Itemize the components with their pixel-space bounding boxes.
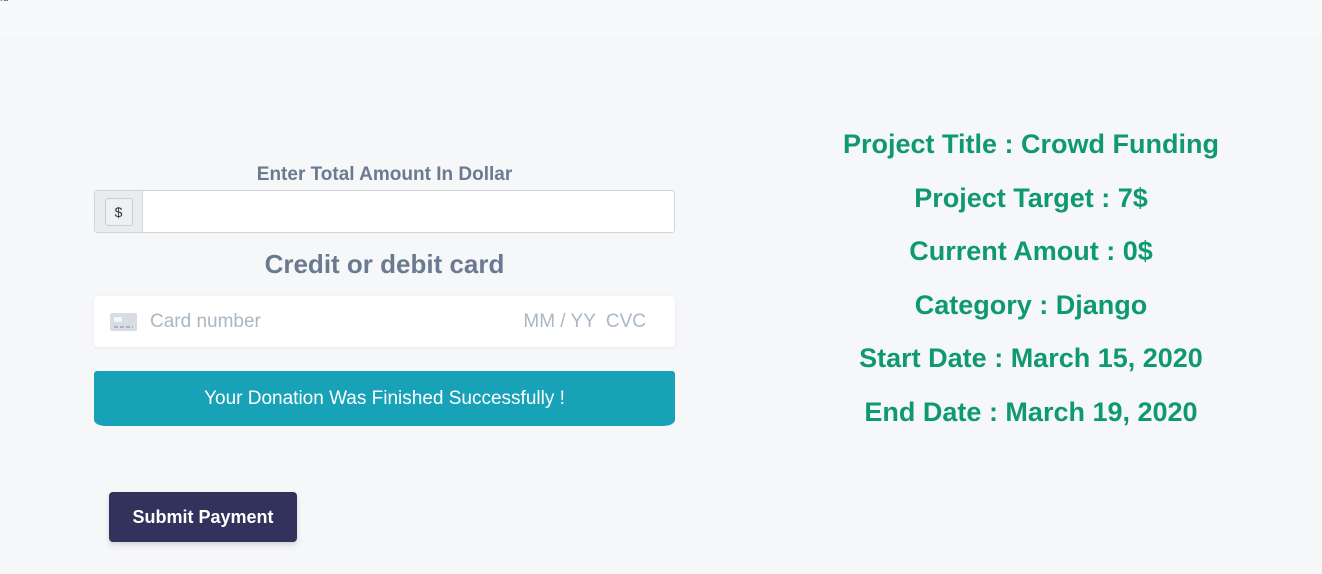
credit-card-icon	[110, 312, 137, 331]
start-date: Start Date : March 15, 2020	[859, 343, 1203, 373]
success-message: Your Donation Was Finished Successfully …	[204, 387, 565, 409]
card-expiry-field[interactable]: MM / YY	[523, 311, 596, 333]
dollar-sign-badge: $	[104, 197, 133, 226]
project-info-panel: Project Title : Crowd Funding Project Ta…	[741, 125, 1321, 446]
card-cvc-field[interactable]: CVC	[606, 311, 646, 333]
amount-input-group: $	[94, 190, 675, 233]
end-date: End Date : March 19, 2020	[864, 396, 1198, 427]
currency-prefix: $	[95, 191, 143, 232]
amount-input[interactable]	[143, 191, 674, 232]
top-corner-text: ld	[0, 0, 9, 4]
project-title: Project Title : Crowd Funding	[843, 129, 1219, 159]
top-bar: ld	[0, 0, 1322, 36]
project-category: Category : Django	[914, 289, 1148, 320]
success-alert: Your Donation Was Finished Successfully …	[94, 371, 675, 426]
card-heading: Credit or debit card	[264, 249, 505, 279]
project-target: Project Target : 7$	[914, 182, 1148, 213]
current-amount: Current Amout : 0$	[909, 236, 1153, 266]
card-element[interactable]: Card number MM / YY CVC	[94, 296, 675, 347]
card-number-field[interactable]: Card number	[150, 311, 523, 333]
submit-payment-button[interactable]: Submit Payment	[109, 492, 297, 542]
amount-label: Enter Total Amount In Dollar	[256, 164, 513, 185]
